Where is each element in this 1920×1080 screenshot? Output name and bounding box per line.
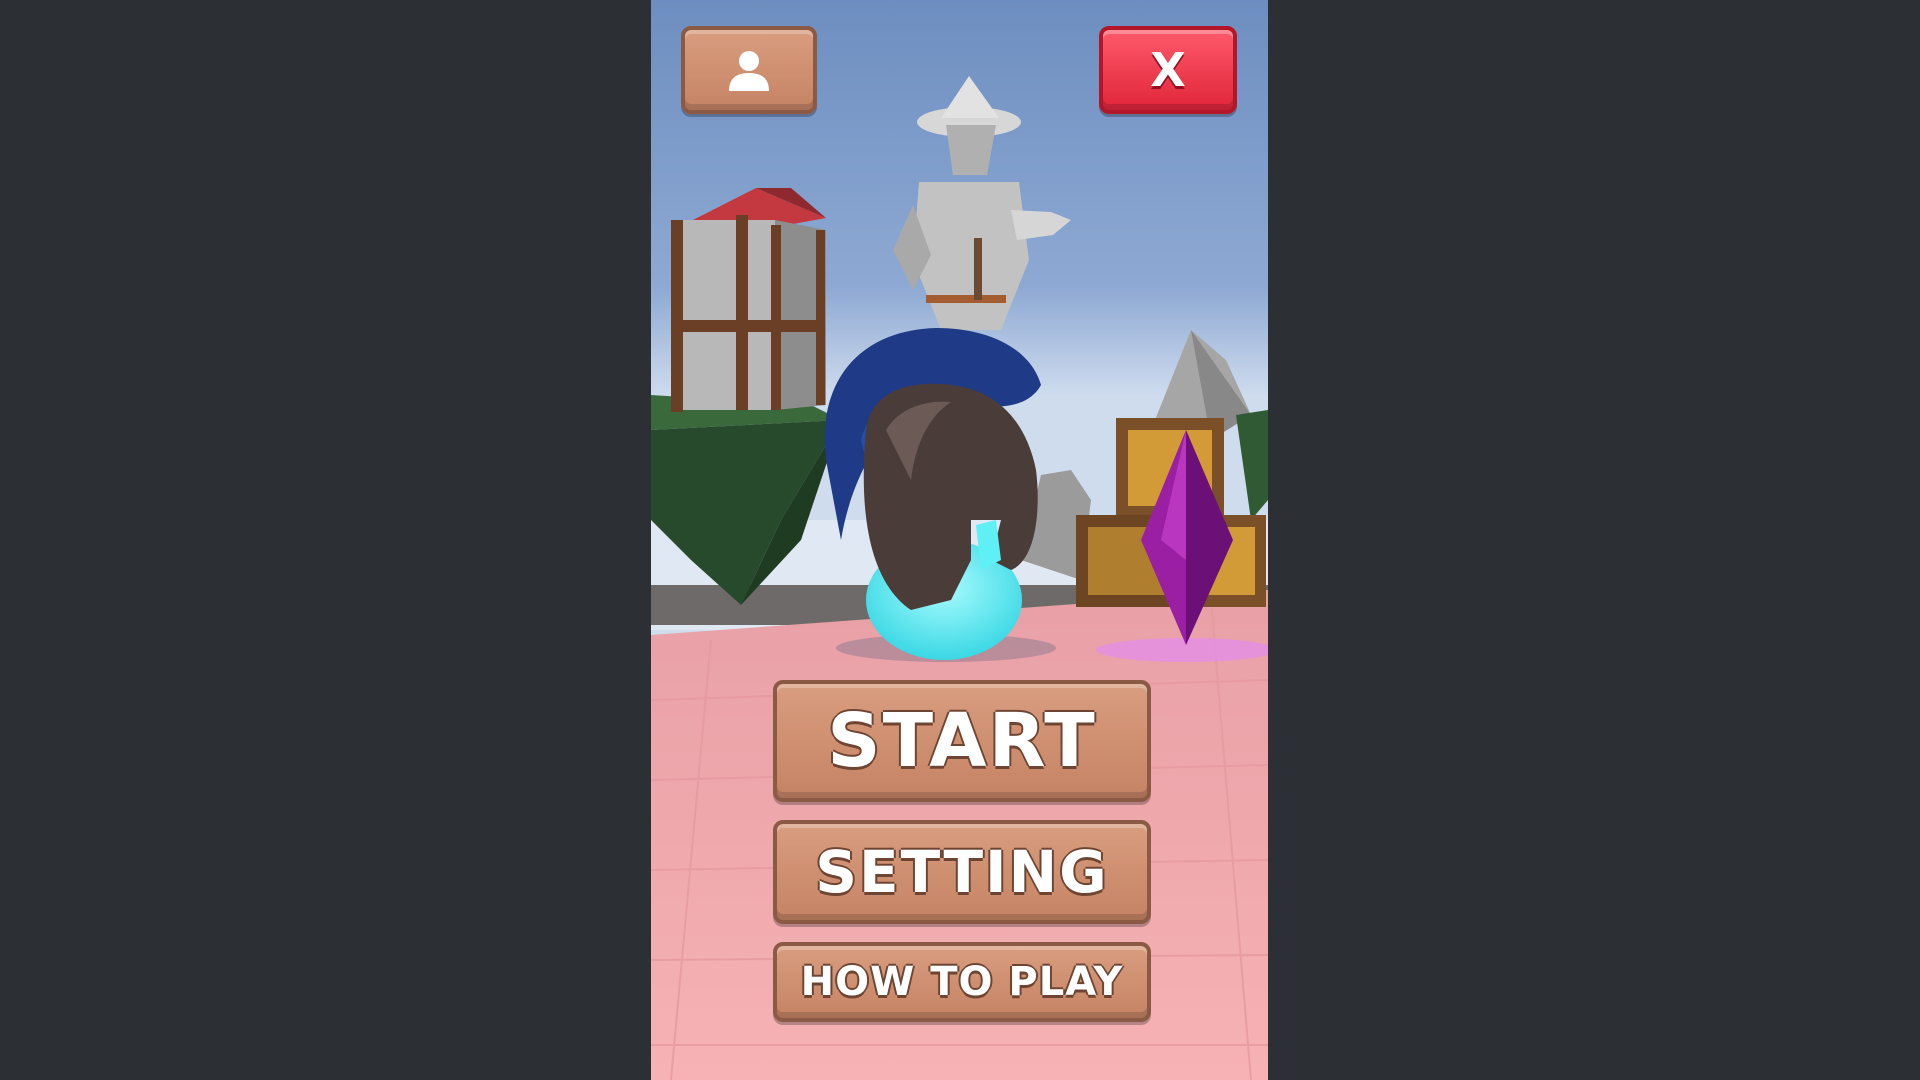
tower-beam xyxy=(671,220,683,412)
start-label: START xyxy=(827,698,1097,784)
tower-beam xyxy=(736,215,748,410)
gem-glow xyxy=(1096,638,1268,662)
how-to-play-button[interactable]: HOW TO PLAY xyxy=(773,942,1151,1022)
statue-sword xyxy=(974,238,982,300)
game-viewport: X START SETTING HOW TO PLAY xyxy=(651,0,1268,1080)
letterbox-background: X START SETTING HOW TO PLAY xyxy=(0,0,1920,1080)
tower-band xyxy=(673,320,823,332)
close-button[interactable]: X xyxy=(1099,26,1237,114)
setting-button[interactable]: SETTING xyxy=(773,820,1151,924)
setting-label: SETTING xyxy=(815,838,1109,906)
user-icon xyxy=(729,51,769,91)
how-to-play-label: HOW TO PLAY xyxy=(800,959,1124,1005)
tower-beam xyxy=(816,230,825,405)
start-button[interactable]: START xyxy=(773,680,1151,802)
statue-belt xyxy=(926,295,1006,303)
profile-button[interactable] xyxy=(681,26,817,114)
tower-wall-front xyxy=(673,220,775,410)
close-label: X xyxy=(1150,43,1186,97)
tower-beam xyxy=(771,225,781,410)
